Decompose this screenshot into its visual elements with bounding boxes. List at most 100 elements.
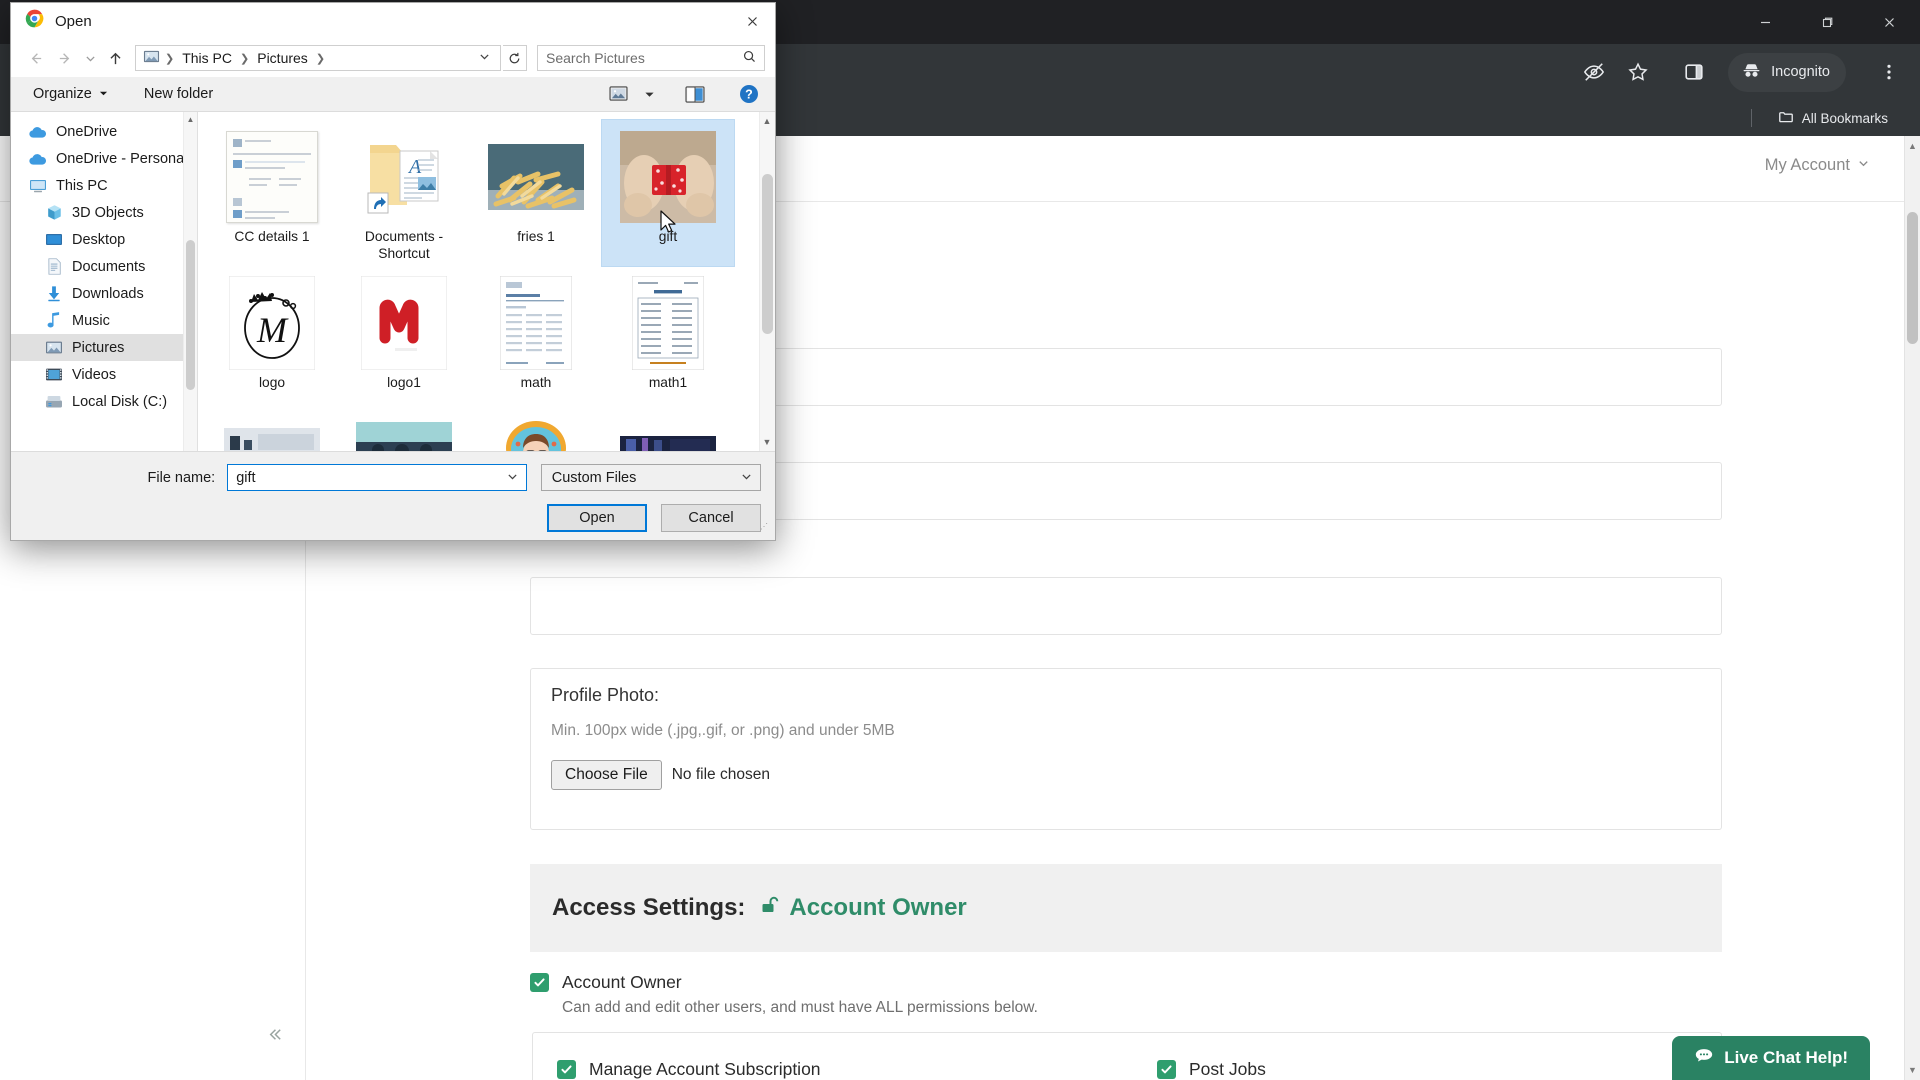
collapse-sidebar-button[interactable]	[265, 1025, 284, 1050]
arrow-left-icon[interactable]	[21, 44, 49, 72]
breadcrumb-pictures[interactable]: Pictures	[254, 49, 311, 67]
address-breadcrumb-bar[interactable]: ❯ This PC ❯ Pictures ❯	[135, 45, 501, 71]
file-thumbnail: M	[220, 274, 324, 372]
recent-locations-chevron-down-icon[interactable]	[81, 44, 99, 72]
scroll-down-arrow[interactable]: ▼	[1907, 1064, 1918, 1076]
sidebar-item-this-pc[interactable]: This PC	[11, 172, 197, 199]
sidebar-label: OneDrive	[56, 123, 118, 140]
refresh-icon[interactable]	[503, 45, 527, 71]
sidebar-item-local-disk-c[interactable]: Local Disk (C:)	[11, 388, 197, 415]
sidebar-item-3d-objects[interactable]: 3D Objects	[11, 199, 197, 226]
choose-file-button[interactable]: Choose File	[551, 760, 662, 790]
file-item[interactable]: M logo	[206, 266, 338, 412]
dialog-body: OneDrive OneDrive - Personal This PC 3D …	[11, 112, 775, 451]
file-item[interactable]: CC details 1	[206, 120, 338, 266]
sidebar-item-onedrive-personal[interactable]: OneDrive - Personal	[11, 145, 197, 172]
permission-name: Manage Account Subscription	[589, 1059, 821, 1079]
sidebar-item-pictures[interactable]: Pictures	[11, 334, 197, 361]
sidebar-label: OneDrive - Personal	[56, 150, 188, 167]
incognito-indicator[interactable]: Incognito	[1728, 52, 1846, 92]
cancel-button[interactable]: Cancel	[661, 504, 761, 532]
page-scrollbar[interactable]: ▲ ▼	[1904, 136, 1920, 1080]
scroll-up-arrow[interactable]: ▲	[1907, 140, 1918, 152]
file-item[interactable]: logo1	[338, 266, 470, 412]
account-owner-toggle[interactable]: Account Owner Can add and edit other use…	[530, 972, 1038, 1017]
file-item[interactable]: A Documents - Shortcut	[338, 120, 470, 266]
dialog-titlebar[interactable]: Open	[11, 3, 775, 39]
arrow-up-icon[interactable]	[101, 44, 129, 72]
arrow-right-icon[interactable]	[51, 44, 79, 72]
file-item[interactable]: math1	[602, 266, 734, 412]
dialog-title: Open	[55, 12, 92, 30]
checkbox-checked-icon[interactable]	[1157, 1060, 1176, 1079]
three-dot-menu-icon[interactable]	[1880, 44, 1898, 100]
file-item[interactable]: fries 1	[470, 120, 602, 266]
file-name-label: File name:	[147, 469, 216, 486]
page-scrollbar-thumb[interactable]	[1907, 212, 1918, 344]
file-item[interactable]: math	[470, 266, 602, 412]
file-item[interactable]	[338, 412, 470, 451]
download-arrow-icon	[45, 285, 63, 303]
svg-text:M: M	[256, 310, 289, 350]
open-button[interactable]: Open	[547, 504, 647, 532]
file-name-input[interactable]: gift	[227, 464, 527, 491]
new-folder-button[interactable]: New folder	[134, 82, 223, 106]
file-thumbnail	[220, 420, 324, 451]
all-bookmarks-button[interactable]: All Bookmarks	[1770, 105, 1896, 132]
checkbox-checked-icon[interactable]	[530, 973, 549, 992]
view-dropdown-chevron-down-icon[interactable]	[638, 85, 661, 104]
sidebar-item-desktop[interactable]: Desktop	[11, 226, 197, 253]
file-scroll-up-arrow[interactable]: ▲	[762, 116, 772, 126]
help-circle-icon[interactable]: ?	[733, 80, 765, 108]
file-name-dropdown-icon[interactable]	[507, 471, 518, 485]
file-thumbnail	[484, 420, 588, 451]
sidebar-item-downloads[interactable]: Downloads	[11, 280, 197, 307]
form-field-block[interactable]	[530, 577, 1722, 635]
restore-button[interactable]	[1796, 0, 1858, 44]
organize-menu-button[interactable]: Organize	[23, 82, 118, 106]
preview-pane-icon[interactable]	[679, 82, 711, 107]
file-item-selected[interactable]: gift	[601, 119, 735, 267]
file-type-filter-select[interactable]: Custom Files	[540, 464, 761, 491]
resize-grip[interactable]: ⋰	[760, 523, 772, 537]
sidebar-scrollbar[interactable]: ▲	[183, 112, 197, 451]
live-chat-button[interactable]: Live Chat Help!	[1672, 1036, 1870, 1080]
sidebar-item-onedrive[interactable]: OneDrive	[11, 118, 197, 145]
permission-item[interactable]: Manage Account Subscription Can manage a…	[557, 1059, 1097, 1080]
file-name: logo1	[387, 375, 421, 390]
profile-photo-section: Profile Photo: Min. 100px wide (.jpg,.gi…	[530, 668, 1722, 830]
eye-off-icon[interactable]	[1574, 52, 1614, 92]
filter-dropdown-icon[interactable]	[741, 471, 752, 485]
breadcrumb-this-pc[interactable]: This PC	[179, 49, 235, 67]
minimize-button[interactable]	[1734, 0, 1796, 44]
search-input[interactable]: Search Pictures	[537, 45, 765, 71]
math1-worksheet-thumbnail	[632, 276, 704, 370]
file-list-scrollbar[interactable]: ▲ ▼	[759, 112, 775, 451]
folder-shortcut-icon: A	[367, 145, 439, 214]
close-window-button[interactable]	[1858, 0, 1920, 44]
star-icon[interactable]	[1618, 52, 1658, 92]
file-item[interactable]	[206, 412, 338, 451]
file-item[interactable]	[470, 412, 602, 451]
sidebar-scrollbar-thumb[interactable]	[186, 240, 195, 390]
my-account-menu[interactable]: My Account	[1765, 156, 1870, 175]
breadcrumb-dropdown-icon[interactable]	[473, 51, 496, 65]
permission-item[interactable]: Post Jobs Can post and edit their own jo…	[1157, 1059, 1697, 1080]
file-list-scrollbar-thumb[interactable]	[762, 174, 773, 334]
logo-monogram-thumbnail: M	[229, 276, 315, 370]
dialog-close-button[interactable]	[729, 3, 775, 39]
file-scroll-down-arrow[interactable]: ▼	[762, 437, 772, 447]
sidebar-item-music[interactable]: Music	[11, 307, 197, 334]
sidebar-item-videos[interactable]: Videos	[11, 361, 197, 388]
file-item[interactable]	[602, 412, 734, 451]
checkbox-checked-icon[interactable]	[557, 1060, 576, 1079]
account-owner-name: Account Owner	[562, 972, 682, 992]
partial-photo-thumbnail	[620, 436, 716, 451]
view-layout-icon[interactable]	[603, 82, 634, 106]
sidebar-scroll-up-arrow[interactable]: ▲	[186, 115, 195, 124]
account-owner-head: Account Owner	[530, 972, 1038, 993]
file-list-view: CC details 1 A Documents - Shortcut frie…	[198, 112, 775, 451]
partial-avatar-thumbnail	[506, 421, 566, 451]
side-panel-icon[interactable]	[1674, 52, 1714, 92]
sidebar-item-documents[interactable]: Documents	[11, 253, 197, 280]
